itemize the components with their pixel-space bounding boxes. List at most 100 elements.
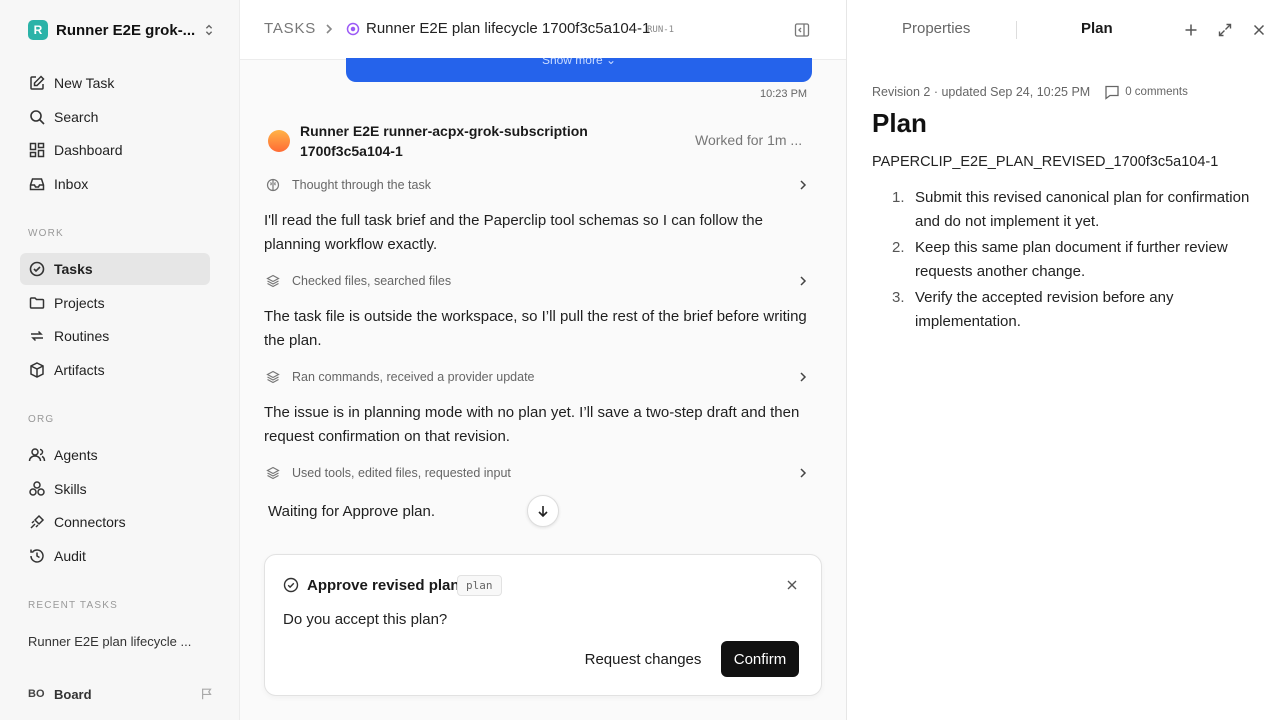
nav-label: Dashboard bbox=[54, 142, 123, 158]
layers-icon bbox=[266, 370, 280, 384]
waiting-status: Waiting for Approve plan. bbox=[268, 503, 436, 520]
chevron-right-icon bbox=[800, 276, 807, 286]
edit-square-icon bbox=[30, 75, 45, 90]
activity-step[interactable]: Thought through the task bbox=[266, 175, 810, 195]
nav-label: Agents bbox=[54, 447, 98, 463]
nav-label: New Task bbox=[54, 75, 115, 91]
panel-toggle-icon[interactable] bbox=[794, 22, 810, 38]
nav-label: Audit bbox=[54, 548, 86, 564]
step-label: Ran commands, received a provider update bbox=[292, 370, 535, 384]
step-label: Thought through the task bbox=[292, 178, 431, 192]
comment-icon[interactable] bbox=[1104, 84, 1120, 100]
panel-tabs: Properties Plan bbox=[847, 0, 1280, 60]
status-circle-icon[interactable] bbox=[346, 22, 360, 36]
list-text: Keep this same plan document if further … bbox=[915, 239, 1228, 280]
task-thread: TASKS Runner E2E plan lifecycle 1700f3c5… bbox=[240, 0, 846, 720]
nav-new-task[interactable]: New Task bbox=[20, 67, 210, 99]
approval-card: Approve revised plan plan Do you accept … bbox=[264, 554, 822, 696]
tab-plan[interactable]: Plan bbox=[1081, 20, 1113, 37]
list-number: 1. bbox=[892, 189, 905, 206]
list-item: 3. Verify the accepted revision before an… bbox=[892, 286, 1262, 334]
nav-tasks[interactable]: Tasks bbox=[20, 253, 210, 285]
close-icon[interactable] bbox=[1251, 22, 1267, 38]
nav-artifacts[interactable]: Artifacts bbox=[20, 354, 210, 386]
page-title: Runner E2E plan lifecycle 1700f3c5a104-1 bbox=[366, 20, 651, 37]
confirm-button[interactable]: Confirm bbox=[721, 641, 799, 677]
section-label-work: WORK bbox=[28, 228, 64, 239]
tab-properties[interactable]: Properties bbox=[902, 20, 970, 37]
nav-audit[interactable]: Audit bbox=[20, 540, 210, 572]
nav-label: Tasks bbox=[54, 261, 93, 277]
chevron-right-icon bbox=[326, 24, 333, 34]
nav-routines[interactable]: Routines bbox=[20, 320, 210, 352]
list-item: 1. Submit this revised canonical plan for… bbox=[892, 186, 1262, 234]
check-circle-icon bbox=[283, 577, 299, 593]
check-circle-icon bbox=[29, 261, 45, 277]
history-icon bbox=[30, 549, 44, 563]
skills-icon bbox=[29, 481, 45, 496]
approval-tag: plan bbox=[457, 575, 502, 596]
board-switcher[interactable]: BO Board bbox=[28, 683, 214, 705]
request-changes-button[interactable]: Request changes bbox=[575, 642, 711, 677]
chevron-right-icon bbox=[800, 468, 807, 478]
list-text: Submit this revised canonical plan for c… bbox=[915, 189, 1250, 230]
layers-icon bbox=[266, 466, 280, 480]
activity-step[interactable]: Used tools, edited files, requested inpu… bbox=[266, 463, 810, 483]
show-more-label: Show more bbox=[541, 58, 603, 67]
section-label-recent: RECENT TASKS bbox=[28, 600, 118, 611]
nav-label: Artifacts bbox=[54, 362, 105, 378]
nav-label: Connectors bbox=[54, 514, 126, 530]
board-name: Board bbox=[54, 686, 92, 702]
revision-info: Revision 2 · updated Sep 24, 10:25 PM 0 … bbox=[872, 84, 1188, 100]
brain-icon bbox=[266, 178, 280, 192]
run-badge: RUN-1 bbox=[647, 25, 675, 35]
list-text: Verify the accepted revision before any … bbox=[915, 289, 1174, 330]
show-more-button[interactable]: Show more ⌄ bbox=[346, 58, 812, 82]
plan-heading: Plan bbox=[872, 108, 927, 138]
agent-avatar bbox=[268, 130, 290, 152]
scroll-to-bottom-button[interactable] bbox=[527, 495, 559, 527]
expand-icon[interactable] bbox=[1217, 22, 1233, 38]
inbox-icon bbox=[29, 178, 45, 191]
flag-icon[interactable] bbox=[200, 687, 214, 701]
nav-skills[interactable]: Skills bbox=[20, 473, 210, 505]
nav-connectors[interactable]: Connectors bbox=[20, 506, 210, 538]
workspace-logo: R bbox=[28, 20, 48, 40]
step-label: Checked files, searched files bbox=[292, 274, 452, 288]
nav-projects[interactable]: Projects bbox=[20, 287, 210, 319]
sidebar: R Runner E2E grok-... New Task Search Da… bbox=[0, 0, 240, 720]
activity-step[interactable]: Ran commands, received a provider update bbox=[266, 367, 810, 387]
repeat-icon bbox=[31, 330, 43, 342]
activity-step[interactable]: Checked files, searched files bbox=[266, 271, 810, 291]
message-timestamp: 10:23 PM bbox=[760, 88, 808, 100]
chevron-right-icon bbox=[800, 372, 807, 382]
dashboard-icon bbox=[29, 142, 45, 158]
approval-question: Do you accept this plan? bbox=[283, 611, 448, 628]
users-icon bbox=[28, 448, 46, 462]
workspace-switcher[interactable]: R Runner E2E grok-... bbox=[28, 18, 216, 42]
nav-agents[interactable]: Agents bbox=[20, 439, 210, 471]
breadcrumb-tasks[interactable]: TASKS bbox=[264, 20, 316, 37]
list-number: 3. bbox=[892, 289, 905, 306]
comments-link[interactable]: 0 comments bbox=[1125, 86, 1188, 98]
nav-label: Search bbox=[54, 109, 99, 125]
tab-divider bbox=[1016, 21, 1017, 39]
nav-inbox[interactable]: Inbox bbox=[20, 168, 210, 200]
agent-message: The task file is outside the workspace, … bbox=[264, 308, 807, 349]
avatar: BO bbox=[28, 688, 45, 700]
plus-icon[interactable] bbox=[1183, 22, 1199, 38]
task-header: TASKS Runner E2E plan lifecycle 1700f3c5… bbox=[240, 0, 846, 60]
section-label-org: ORG bbox=[28, 414, 55, 425]
close-icon[interactable] bbox=[785, 578, 799, 592]
nav-search[interactable]: Search bbox=[20, 101, 210, 133]
revision-text: Revision 2 · updated Sep 24, 10:25 PM bbox=[872, 85, 1091, 99]
nav-dashboard[interactable]: Dashboard bbox=[20, 134, 210, 166]
nav-label: Skills bbox=[54, 481, 87, 497]
nav-label: Projects bbox=[54, 295, 105, 311]
arrow-down-icon bbox=[538, 506, 548, 518]
agent-message: I'll read the full task brief and the Pa… bbox=[264, 212, 763, 253]
chevron-up-down-icon bbox=[205, 24, 213, 36]
recent-task-item[interactable]: Runner E2E plan lifecycle ... bbox=[28, 634, 191, 649]
agent-name: Runner E2E runner-acpx-grok-subscription… bbox=[300, 123, 588, 159]
worked-duration[interactable]: Worked for 1m ... bbox=[695, 132, 802, 148]
